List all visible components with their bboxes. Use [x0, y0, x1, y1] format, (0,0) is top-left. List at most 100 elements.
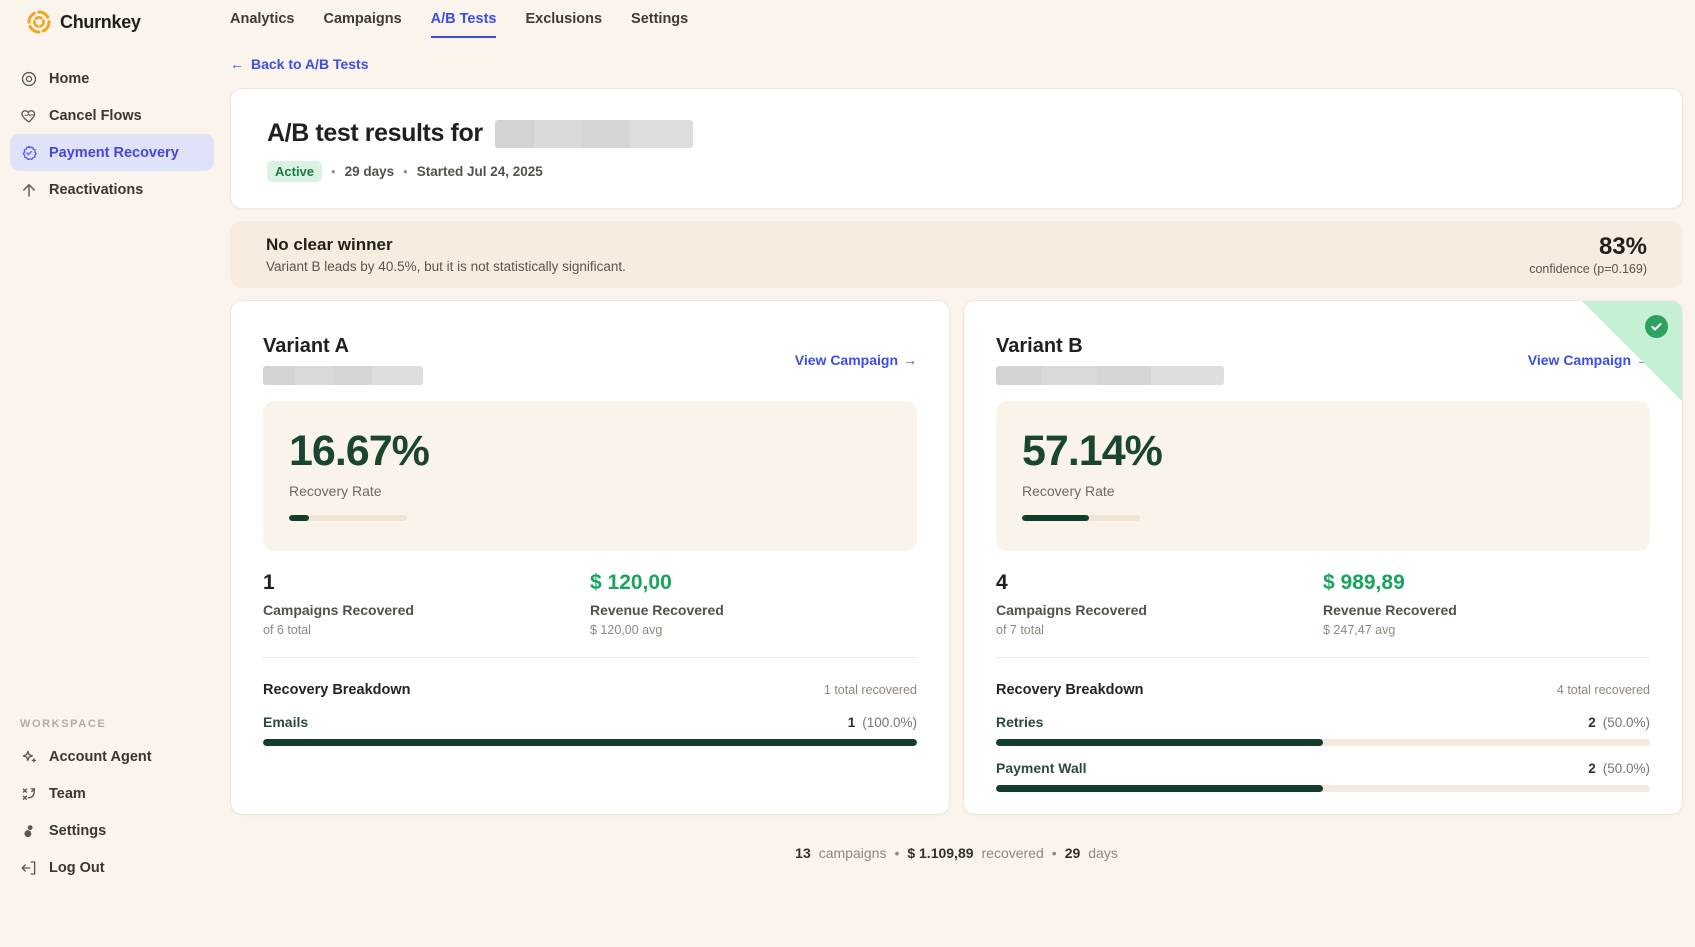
- summary-recovered-label: recovered: [982, 845, 1044, 861]
- breakdown-title: Recovery Breakdown: [996, 682, 1143, 698]
- breakdown-bar-track: [263, 739, 917, 746]
- breakdown-bar-fill: [263, 739, 917, 746]
- breakdown-row-value: 2: [1588, 715, 1596, 730]
- breakdown-row-payment-wall: Payment Wall 2 (50.0%): [996, 760, 1650, 792]
- recovery-rate-bar-track: [1022, 515, 1140, 521]
- sidebar: Churnkey Home Cancel Flows Payment Recov…: [0, 0, 228, 947]
- campaigns-recovered-label: Campaigns Recovered: [263, 602, 590, 618]
- revenue-recovered-label: Revenue Recovered: [590, 602, 917, 618]
- breakdown-bar-track: [996, 785, 1650, 792]
- revenue-recovered-sub: $ 120,00 avg: [590, 623, 917, 637]
- summary-days-value: 29: [1065, 845, 1081, 861]
- summary-dot: •: [1052, 845, 1057, 861]
- sidebar-item-payment-recovery[interactable]: Payment Recovery: [10, 134, 214, 171]
- tab-campaigns[interactable]: Campaigns: [323, 11, 401, 38]
- revenue-recovered-value: $ 989,89: [1323, 571, 1650, 595]
- campaigns-recovered-label: Campaigns Recovered: [996, 602, 1323, 618]
- sidebar-item-reactivations[interactable]: Reactivations: [10, 171, 214, 208]
- meta-dot: •: [403, 164, 408, 179]
- strategy-icon: [20, 785, 38, 803]
- back-link-label: Back to A/B Tests: [251, 56, 368, 72]
- tab-analytics[interactable]: Analytics: [230, 11, 294, 38]
- breakdown-title: Recovery Breakdown: [263, 682, 410, 698]
- recovery-rate-box: 57.14% Recovery Rate: [996, 401, 1650, 551]
- recovery-rate-label: Recovery Rate: [1022, 483, 1624, 499]
- breakdown-row-retries: Retries 2 (50.0%): [996, 714, 1650, 746]
- winner-check-icon: [1645, 315, 1668, 338]
- redacted-test-name-placeholder: [495, 120, 693, 148]
- winner-ribbon: [1582, 301, 1682, 401]
- tab-ab-tests[interactable]: A/B Tests: [431, 11, 497, 38]
- test-header-card: A/B test results for Active • 29 days • …: [230, 88, 1683, 209]
- sidebar-item-team[interactable]: Team: [10, 775, 214, 812]
- sidebar-item-label: Cancel Flows: [49, 108, 142, 124]
- confidence-label: confidence (p=0.169): [1529, 262, 1647, 276]
- breakdown-total: 1 total recovered: [824, 683, 917, 697]
- confidence-value: 83%: [1529, 233, 1647, 261]
- sidebar-workspace-section: WORKSPACE Account Agent Team Settings Lo…: [10, 718, 214, 886]
- tab-exclusions[interactable]: Exclusions: [525, 11, 602, 38]
- sidebar-item-label: Account Agent: [49, 749, 152, 765]
- test-start-date: Started Jul 24, 2025: [417, 164, 543, 179]
- breakdown-total: 4 total recovered: [1557, 683, 1650, 697]
- breakdown-row-emails: Emails 1 (100.0%): [263, 714, 917, 746]
- variant-name: Variant A: [263, 335, 423, 358]
- recovery-rate-bar-fill: [289, 515, 309, 521]
- sidebar-item-home[interactable]: Home: [10, 60, 214, 97]
- badge-icon: [20, 144, 38, 162]
- view-campaign-label: View Campaign: [795, 352, 898, 368]
- churnkey-logo-icon: [26, 9, 52, 35]
- log-out-icon: [20, 859, 38, 877]
- breakdown-bar-fill: [996, 739, 1323, 746]
- campaigns-recovered-value: 4: [996, 571, 1323, 595]
- brand-logo[interactable]: Churnkey: [26, 9, 141, 35]
- banner-title: No clear winner: [266, 235, 626, 255]
- recovery-rate-bar-fill: [1022, 515, 1089, 521]
- tab-settings[interactable]: Settings: [631, 11, 688, 38]
- main-content: Analytics Campaigns A/B Tests Exclusions…: [230, 0, 1683, 861]
- arrow-right-icon: →: [903, 352, 917, 368]
- meta-dot: •: [331, 164, 336, 179]
- divider: [996, 657, 1650, 658]
- campaigns-recovered-value: 1: [263, 571, 590, 595]
- page-title: A/B test results for: [267, 119, 483, 148]
- variant-a-card: Variant A View Campaign → 16.67% Recover…: [230, 300, 950, 815]
- breakdown-row-pct: (50.0%): [1603, 761, 1650, 776]
- redacted-campaign-name-placeholder: [996, 366, 1224, 385]
- breakdown-row-value: 1: [848, 715, 856, 730]
- view-campaign-link[interactable]: View Campaign →: [795, 352, 917, 368]
- recovery-rate-box: 16.67% Recovery Rate: [263, 401, 917, 551]
- sidebar-item-log-out[interactable]: Log Out: [10, 849, 214, 886]
- variant-name: Variant B: [996, 335, 1224, 358]
- summary-days-label: days: [1088, 845, 1118, 861]
- summary-campaigns-label: campaigns: [819, 845, 887, 861]
- recovery-rate-value: 57.14%: [1022, 427, 1624, 476]
- sidebar-item-label: Settings: [49, 823, 106, 839]
- status-badge: Active: [267, 161, 322, 182]
- sidebar-item-cancel-flows[interactable]: Cancel Flows: [10, 97, 214, 134]
- revenue-recovered-value: $ 120,00: [590, 571, 917, 595]
- heart-icon: [20, 107, 38, 125]
- sidebar-item-settings[interactable]: Settings: [10, 812, 214, 849]
- variant-cards: Variant A View Campaign → 16.67% Recover…: [230, 300, 1683, 815]
- sidebar-item-account-agent[interactable]: Account Agent: [10, 738, 214, 775]
- revenue-recovered-sub: $ 247,47 avg: [1323, 623, 1650, 637]
- breakdown-bar-fill: [996, 785, 1323, 792]
- breakdown-row-label: Payment Wall: [996, 760, 1087, 776]
- recovery-rate-value: 16.67%: [289, 427, 891, 476]
- home-icon: [20, 70, 38, 88]
- banner-subtitle: Variant B leads by 40.5%, but it is not …: [266, 259, 626, 274]
- back-to-ab-tests-link[interactable]: ← Back to A/B Tests: [230, 56, 368, 72]
- campaigns-recovered-sub: of 6 total: [263, 623, 590, 637]
- campaigns-recovered-sub: of 7 total: [996, 623, 1323, 637]
- breakdown-row-value: 2: [1588, 761, 1596, 776]
- breakdown-bar-track: [996, 739, 1650, 746]
- brand-name: Churnkey: [60, 12, 141, 33]
- divider: [263, 657, 917, 658]
- back-arrow-icon: ←: [230, 56, 244, 72]
- sidebar-item-label: Payment Recovery: [49, 145, 179, 161]
- breakdown-row-label: Emails: [263, 714, 308, 730]
- sidebar-item-label: Reactivations: [49, 182, 143, 198]
- recovery-rate-label: Recovery Rate: [289, 483, 891, 499]
- recovery-rate-bar-track: [289, 515, 407, 521]
